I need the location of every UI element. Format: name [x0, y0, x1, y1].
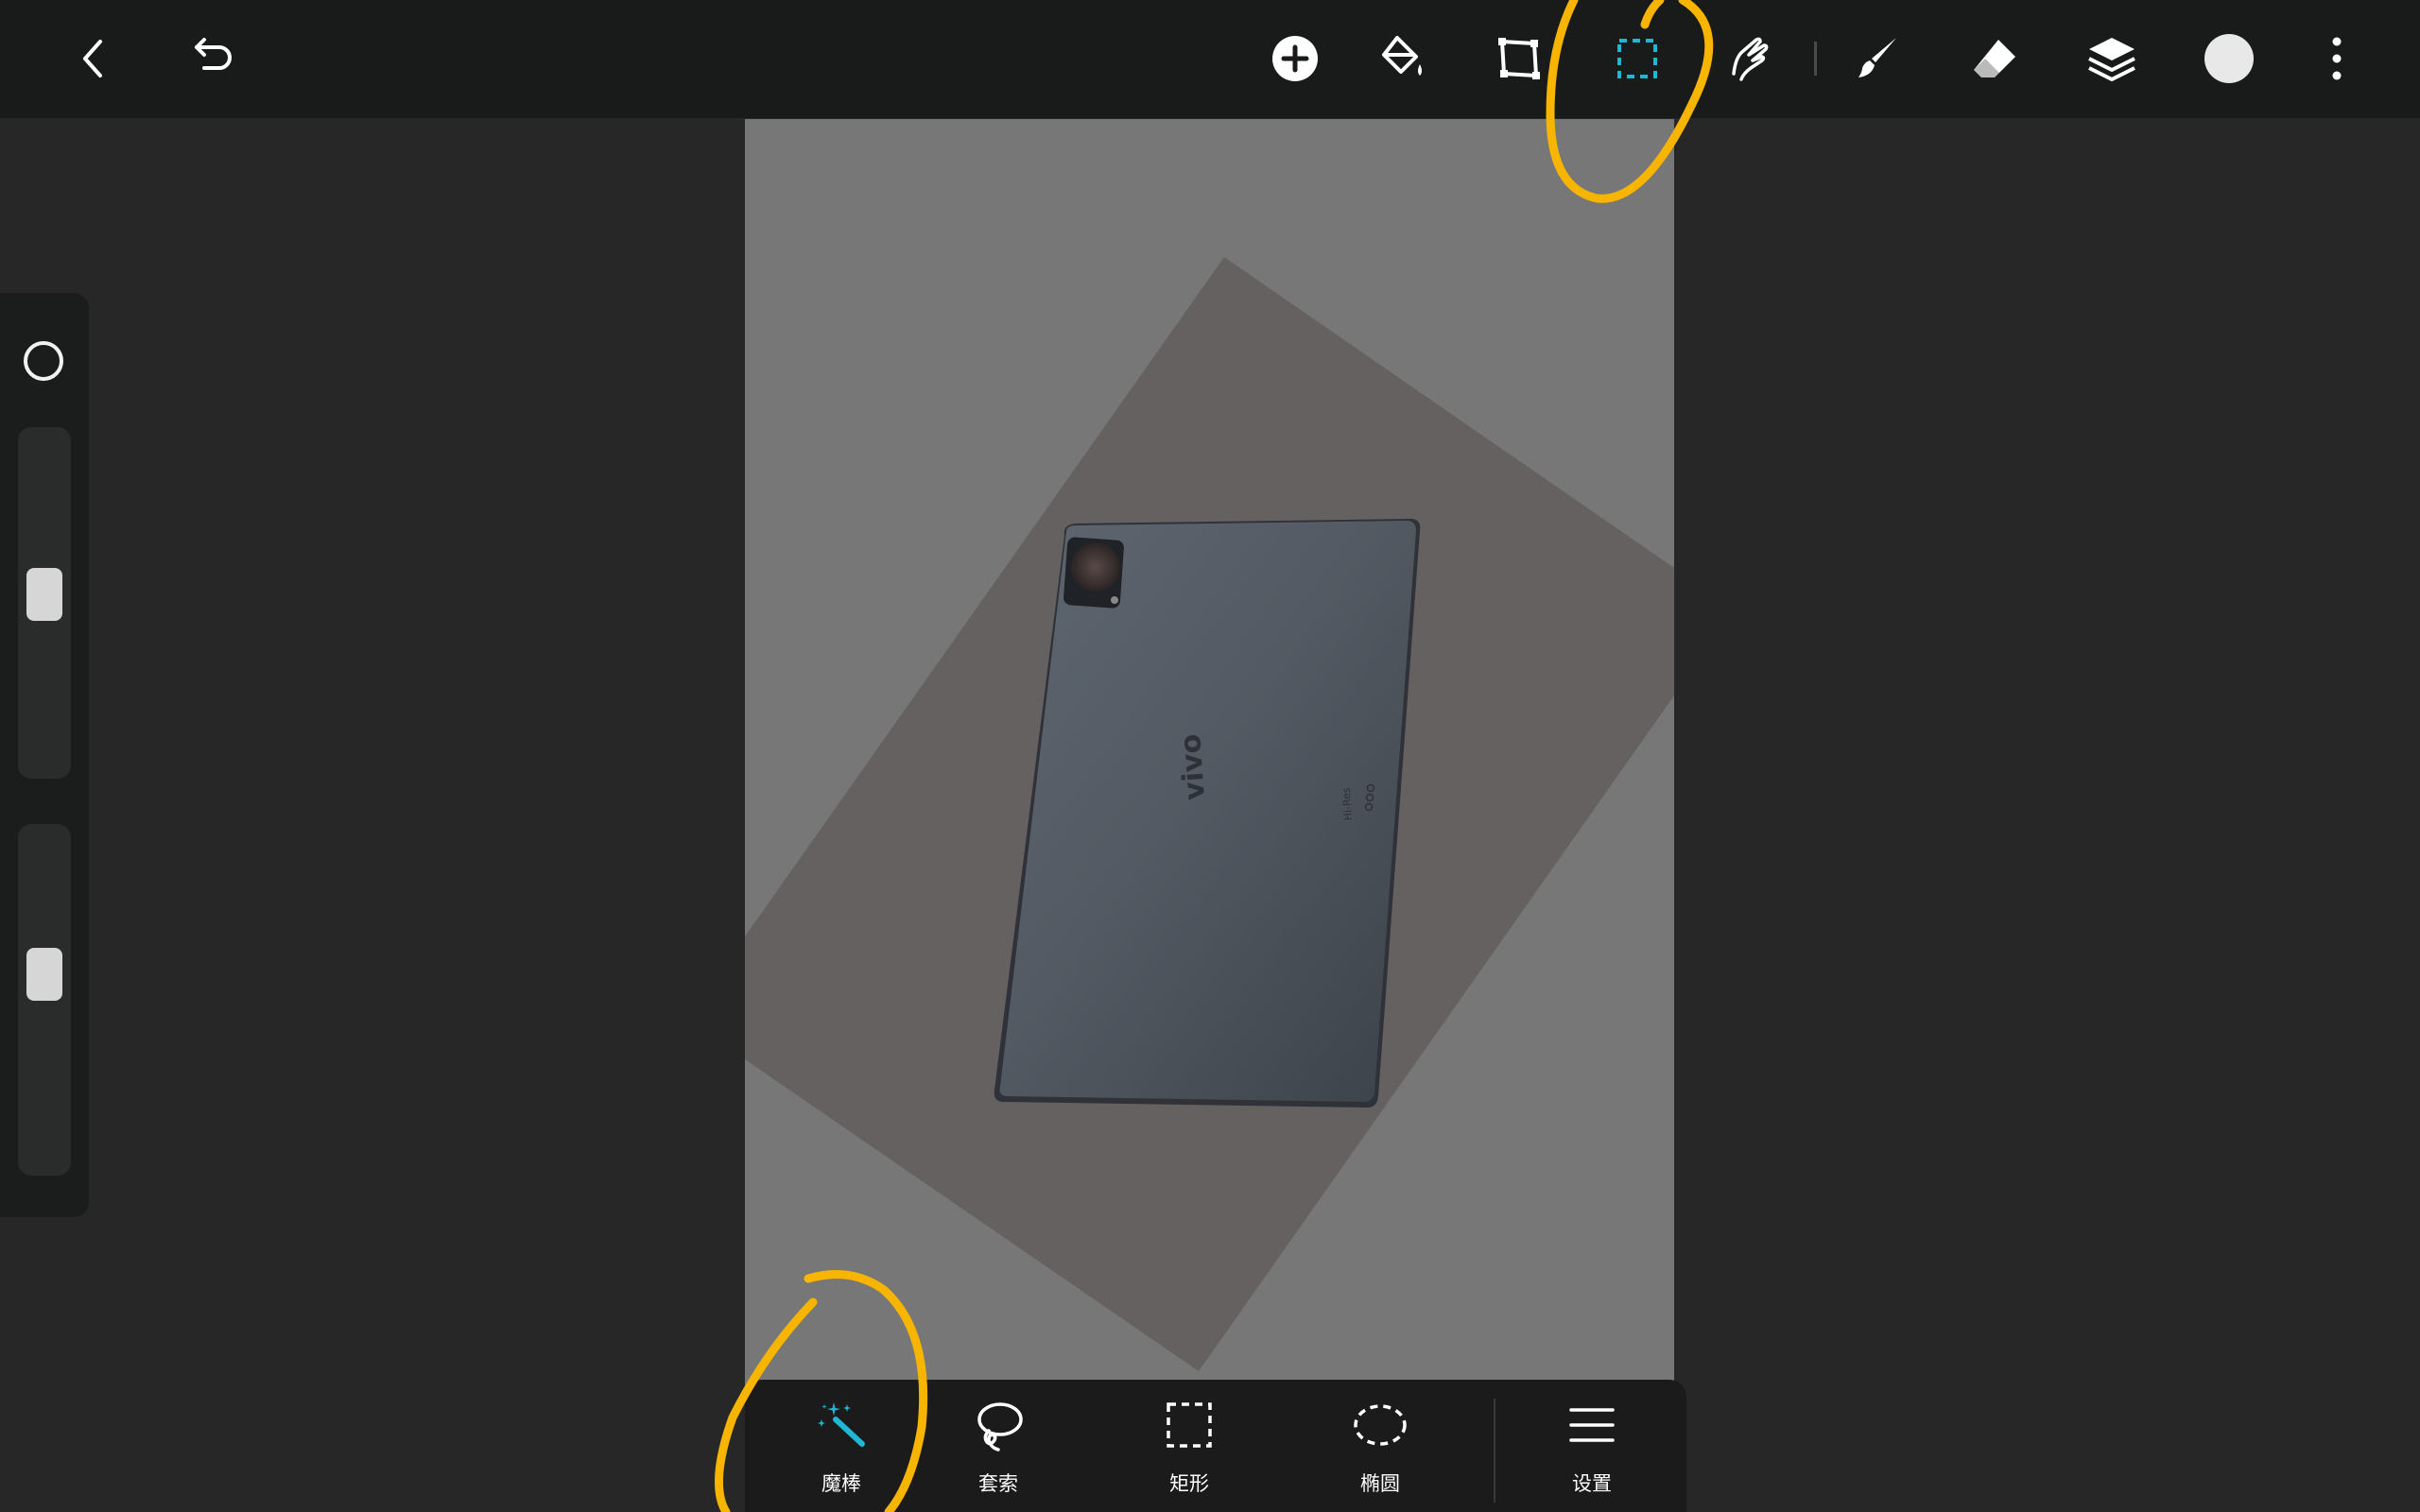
selection-settings-label: 设置: [1572, 1472, 1612, 1495]
add-icon: [1272, 36, 1318, 81]
selection-rect-icon: [1617, 39, 1657, 78]
color-picker-button[interactable]: [2191, 21, 2267, 96]
brush-tool-button[interactable]: [1840, 21, 1915, 96]
lasso-label: 套索: [978, 1472, 1018, 1495]
add-button[interactable]: [1257, 21, 1333, 96]
transform-button[interactable]: [1481, 21, 1557, 96]
color-swatch-icon: [2204, 34, 2254, 83]
undo-button[interactable]: [174, 21, 250, 96]
layers-button[interactable]: [2074, 21, 2150, 96]
brush-preview-circle-icon[interactable]: [24, 341, 63, 381]
eraser-icon: [1974, 40, 2015, 77]
brush-icon: [1858, 38, 1896, 77]
opacity-slider-thumb[interactable]: [26, 948, 62, 1001]
tablet-badge-text: Hi-Res: [1340, 787, 1355, 821]
ellipse-select-label: 椭圆: [1360, 1472, 1400, 1495]
rectangle-select-button[interactable]: 矩形: [1114, 1380, 1265, 1512]
drawing-canvas[interactable]: vivo Hi-Res: [745, 119, 1674, 1512]
smudge-tool-button[interactable]: [1711, 21, 1787, 96]
selection-tool-button[interactable]: [1599, 21, 1675, 96]
rect-select-icon: [1167, 1402, 1212, 1448]
selection-mode-menu: 魔棒 套索 矩形 椭圆 设置: [745, 1380, 1686, 1512]
more-options-button[interactable]: [2299, 21, 2375, 96]
paint-bucket-icon: [1382, 36, 1422, 76]
magic-wand-label: 魔棒: [821, 1472, 861, 1495]
ellipse-select-button[interactable]: 椭圆: [1305, 1380, 1456, 1512]
back-button[interactable]: [57, 21, 132, 96]
selection-settings-button[interactable]: 设置: [1516, 1380, 1668, 1512]
rectangle-select-label: 矩形: [1169, 1472, 1209, 1495]
brush-settings-panel: [0, 293, 89, 1217]
magic-wand-icon: [818, 1402, 865, 1447]
menu-divider: [1494, 1399, 1495, 1503]
canvas-artwork: vivo Hi-Res: [745, 257, 1674, 1371]
ellipse-select-icon: [1354, 1404, 1407, 1446]
lasso-icon: [977, 1402, 1023, 1452]
eraser-tool-button[interactable]: [1957, 21, 2032, 96]
undo-icon: [195, 38, 232, 70]
camera-lens: [1071, 542, 1120, 592]
magic-wand-button[interactable]: 魔棒: [766, 1380, 917, 1512]
lasso-button[interactable]: 套索: [923, 1380, 1074, 1512]
tablet-brand-logo: vivo: [1174, 733, 1212, 801]
smudge-icon: [1732, 37, 1769, 81]
brush-size-slider-thumb[interactable]: [26, 568, 62, 621]
transform-icon: [1498, 38, 1540, 79]
back-arrow-icon: [83, 40, 102, 77]
brush-size-slider[interactable]: [18, 427, 71, 779]
menu-icon: [1569, 1408, 1615, 1442]
more-vertical-icon: [2332, 37, 2342, 80]
fill-tool-button[interactable]: [1363, 21, 1439, 96]
opacity-slider[interactable]: [18, 824, 71, 1176]
toolbar-separator: [1814, 42, 1817, 76]
layers-icon: [2088, 38, 2135, 81]
top-toolbar: [0, 0, 2420, 118]
